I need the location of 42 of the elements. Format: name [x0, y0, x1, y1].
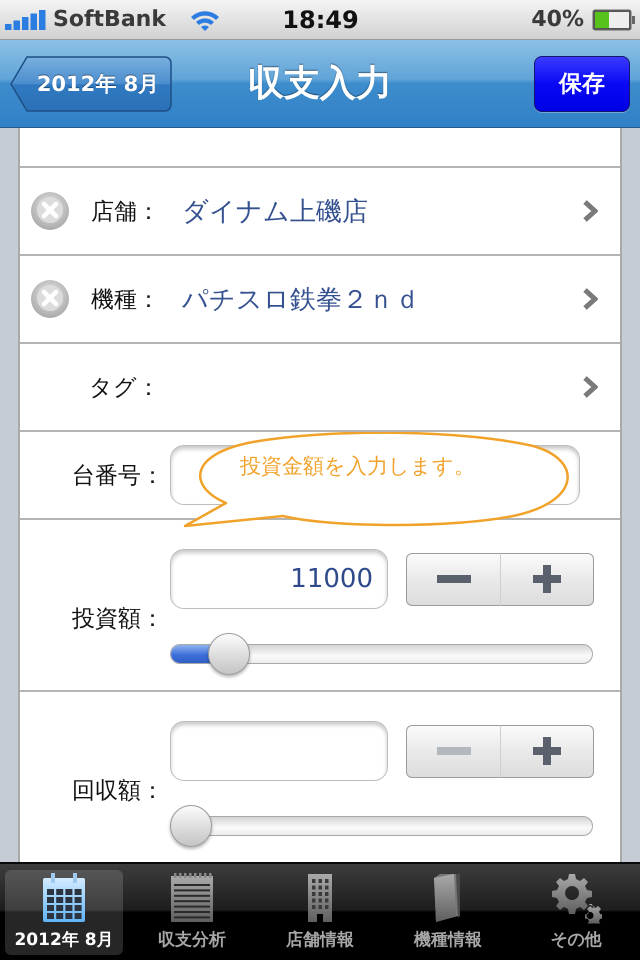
back-button[interactable]: 2012年 8月 — [10, 56, 172, 112]
chevron-icon — [582, 375, 598, 399]
clear-icon[interactable] — [30, 191, 70, 231]
battery-percent: 40% — [531, 7, 584, 32]
wifi-icon — [190, 8, 220, 30]
minus-button[interactable] — [406, 552, 500, 606]
field-label: タグ： — [88, 374, 160, 402]
slider-thumb[interactable] — [208, 633, 250, 675]
slider[interactable] — [170, 633, 593, 675]
screen-title: 収支入力 — [248, 62, 392, 106]
field-value: パチスロ鉄拳２ｎｄ — [182, 284, 421, 316]
slider[interactable] — [170, 805, 593, 847]
field-label: 店舗： — [90, 198, 160, 226]
tab-item[interactable]: 店舗情報 — [261, 870, 379, 955]
save-button[interactable]: 保存 — [534, 56, 630, 112]
field-label: 機種： — [90, 286, 160, 314]
chevron-icon — [582, 287, 598, 311]
field-label: 回収額： — [72, 776, 160, 806]
gears-icon — [550, 872, 602, 924]
amount-field[interactable]: 11000 — [170, 549, 388, 609]
chevron-icon — [582, 199, 598, 223]
minus-icon — [436, 575, 470, 583]
minus-icon — [436, 747, 470, 755]
field-value: ダイナム上磯店 — [182, 196, 369, 228]
field-label: 台番号： — [72, 462, 160, 490]
plus-icon — [533, 565, 561, 593]
amount-field[interactable] — [170, 721, 388, 781]
clear-icon[interactable] — [30, 279, 70, 319]
plus-icon — [533, 737, 561, 765]
tab-item[interactable]: 収支分析 — [133, 870, 251, 955]
signal-icon — [5, 10, 47, 30]
tab-item[interactable]: 機種情報 — [389, 870, 507, 955]
plus-button[interactable] — [500, 724, 594, 778]
carrier-name: SoftBank — [53, 7, 166, 32]
battery-icon — [592, 8, 636, 30]
field-label: 投資額： — [72, 604, 160, 634]
tooltip-text: 投資金額を入力します。 — [240, 453, 475, 480]
status-time: 18:49 — [282, 6, 359, 34]
tab-item[interactable]: 2012年 8月 — [5, 870, 123, 955]
plus-button[interactable] — [500, 552, 594, 606]
slider-thumb[interactable] — [170, 805, 212, 847]
tab-item[interactable]: その他 — [517, 870, 635, 955]
